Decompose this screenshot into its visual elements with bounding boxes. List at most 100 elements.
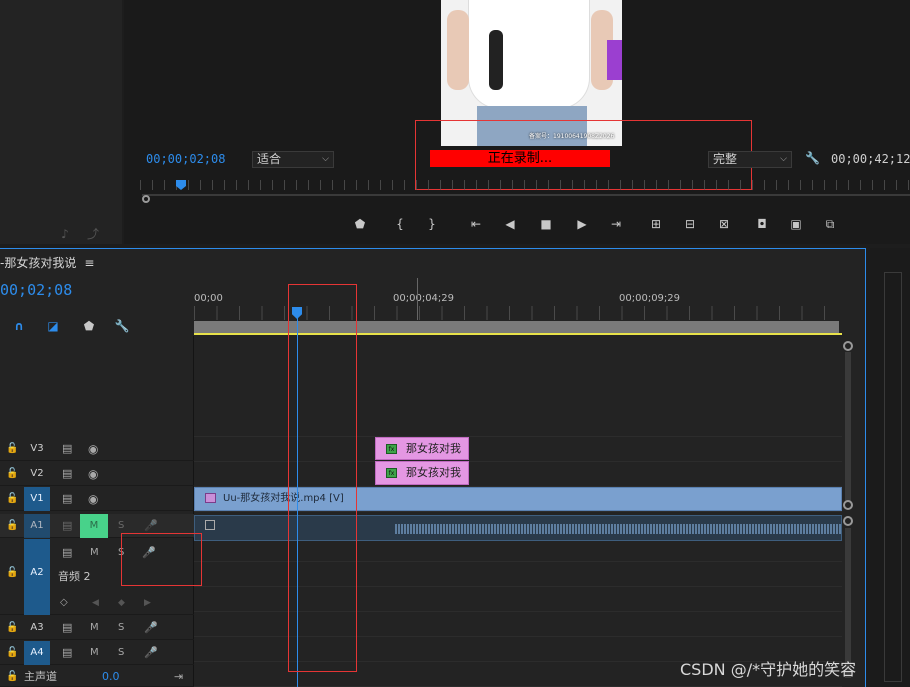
go-to-out-icon[interactable]: ⇥: [608, 217, 624, 231]
current-timecode[interactable]: 00;00;02;08: [146, 152, 225, 166]
track-header-v2[interactable]: 🔓 V2 ▤ ◉: [0, 462, 194, 486]
chevron-down-icon: ⌵: [780, 154, 787, 164]
monitor-ruler[interactable]: [140, 180, 910, 190]
audio-clip-icon: [205, 520, 215, 530]
track-label[interactable]: V3: [24, 437, 50, 461]
track-label[interactable]: V1: [24, 487, 50, 511]
track-label[interactable]: A3: [24, 616, 50, 640]
lock-icon[interactable]: 🔓: [6, 641, 18, 665]
lock-icon[interactable]: 🔓: [6, 487, 18, 511]
eye-icon[interactable]: ◉: [88, 462, 98, 486]
toggle-sync-icon[interactable]: ▤: [62, 641, 72, 665]
eye-icon[interactable]: ◉: [88, 487, 98, 511]
track-label[interactable]: V2: [24, 462, 50, 486]
track-header-master[interactable]: 🔓 主声道 0.0 ⇥: [0, 666, 194, 687]
lock-icon[interactable]: 🔓: [6, 514, 18, 538]
go-to-in-icon[interactable]: ⇤: [468, 217, 484, 231]
toggle-sync-icon[interactable]: ▤: [62, 487, 72, 511]
add-marker-icon[interactable]: ⬟: [352, 217, 368, 231]
step-back-icon[interactable]: ◀: [502, 217, 518, 231]
export-frame-icon[interactable]: ◘: [754, 217, 770, 231]
fit-select-value: 适合: [257, 152, 282, 166]
vr-icon[interactable]: ⧉: [822, 217, 838, 231]
stop-icon[interactable]: ■: [538, 217, 554, 231]
clip-v2[interactable]: fx 那女孩对我: [375, 461, 469, 485]
solo-button[interactable]: S: [118, 616, 124, 640]
solo-button[interactable]: S: [118, 641, 124, 665]
timeline-vscroll[interactable]: [845, 352, 851, 502]
playhead-highlight-box: [288, 284, 357, 672]
snap-icon[interactable]: ∩: [12, 319, 26, 333]
clip-v3[interactable]: fx 那女孩对我: [375, 437, 469, 460]
toggle-sync-icon[interactable]: ▤: [62, 616, 72, 640]
add-keyframe-icon[interactable]: ◆: [118, 591, 125, 615]
add-marker-icon[interactable]: ⬟: [82, 319, 96, 333]
master-volume[interactable]: 0.0: [102, 666, 120, 687]
overwrite-icon[interactable]: ⊟: [682, 217, 698, 231]
transport-controls: ⬟ {} ⇤ ◀ ■ ▶ ⇥ ⊞ ⊟ ⊠ ◘ ▣ ⧉: [352, 215, 852, 233]
zoom-bar[interactable]: [142, 194, 910, 204]
export-frame-icon[interactable]: ⤴: [86, 227, 100, 241]
mark-in-icon[interactable]: {: [392, 217, 408, 231]
fx-badge-icon: [205, 493, 216, 503]
left-upper-panel: [0, 0, 122, 244]
wrench-icon[interactable]: 🔧: [805, 151, 820, 165]
prev-keyframe-icon[interactable]: ◀: [92, 591, 99, 615]
toggle-sync-icon[interactable]: ▤: [62, 437, 72, 461]
mute-button[interactable]: M: [80, 514, 108, 538]
purple-bg: [607, 40, 622, 80]
track-label[interactable]: A1: [24, 514, 50, 538]
ruler-marker-line: [417, 278, 418, 320]
audio-waveform: [395, 524, 841, 534]
lock-icon[interactable]: 🔓: [6, 561, 18, 585]
step-forward-icon[interactable]: ▶: [574, 217, 590, 231]
mute-button[interactable]: M: [90, 641, 99, 665]
track-display-name: 音频 2: [58, 570, 91, 583]
mark-out-icon[interactable]: }: [424, 217, 440, 231]
mute-button[interactable]: M: [90, 541, 99, 565]
compare-icon[interactable]: ⊠: [716, 217, 732, 231]
timeline-scroll-handle-audio[interactable]: [843, 516, 853, 526]
timeline-timecode[interactable]: 00;02;08: [0, 281, 72, 299]
toggle-sync-icon[interactable]: ▤: [62, 462, 72, 486]
track-header-a4[interactable]: 🔓 A4 ▤ M S 🎤: [0, 641, 194, 665]
go-to-end-icon[interactable]: ⇥: [174, 666, 183, 687]
lock-icon[interactable]: 🔓: [6, 666, 18, 687]
sequence-tab[interactable]: -那女孩对我说 ≡: [0, 254, 94, 271]
toggle-sync-icon[interactable]: ▤: [62, 514, 72, 538]
fit-select[interactable]: 适合 ⌵: [252, 151, 334, 168]
quality-select-value: 完整: [713, 152, 738, 166]
insert-audio-icon[interactable]: ♪: [58, 227, 72, 241]
panel-menu-icon[interactable]: ≡: [84, 256, 94, 270]
lock-icon[interactable]: 🔓: [6, 616, 18, 640]
clip-v3-label: 那女孩对我: [406, 442, 461, 455]
quality-select[interactable]: 完整 ⌵: [708, 151, 792, 168]
arm-left: [447, 10, 469, 90]
button-editor-icon[interactable]: ▣: [788, 217, 804, 231]
track-label[interactable]: A2: [24, 539, 50, 615]
zoom-handle[interactable]: [142, 195, 150, 203]
track-header-v1[interactable]: 🔓 V1 ▤ ◉: [0, 487, 194, 511]
timeline-scroll-handle-top[interactable]: [843, 341, 853, 351]
wrench-icon[interactable]: 🔧: [114, 319, 130, 333]
linked-selection-icon[interactable]: ◪: [46, 319, 60, 333]
recording-label: 正在录制...: [487, 151, 553, 166]
duration-timecode: 00;00;42;12: [831, 152, 910, 166]
ruler-label-1: 00;00;04;29: [393, 293, 455, 304]
watermark: CSDN @/*守护她的笑容: [680, 660, 857, 679]
next-keyframe-icon[interactable]: ▶: [144, 591, 151, 615]
eye-icon[interactable]: ◉: [88, 437, 98, 461]
keyframe-icon[interactable]: ◇: [60, 591, 68, 615]
lock-icon[interactable]: 🔓: [6, 462, 18, 486]
microphone-icon[interactable]: 🎤: [144, 641, 158, 665]
toggle-sync-icon[interactable]: ▤: [62, 541, 72, 565]
lock-icon[interactable]: 🔓: [6, 437, 18, 461]
timeline-scroll-handle-mid[interactable]: [843, 500, 853, 510]
mute-button[interactable]: M: [90, 616, 99, 640]
track-header-v3[interactable]: 🔓 V3 ▤ ◉: [0, 437, 194, 461]
track-label[interactable]: A4: [24, 641, 50, 665]
track-header-a3[interactable]: 🔓 A3 ▤ M S 🎤: [0, 616, 194, 640]
microphone-icon[interactable]: 🎤: [144, 616, 158, 640]
insert-icon[interactable]: ⊞: [648, 217, 664, 231]
ruler-label-0: 00;00: [194, 293, 223, 304]
